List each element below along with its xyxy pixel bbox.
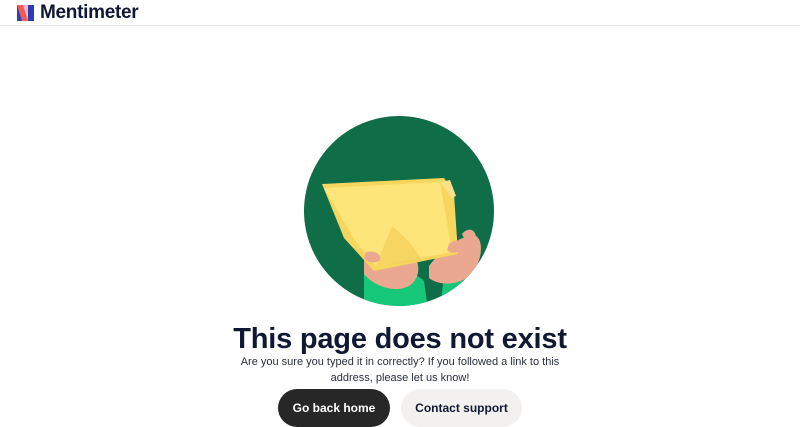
go-back-home-button[interactable]: Go back home (278, 389, 390, 427)
hands-holding-folder-illustration (304, 116, 494, 306)
contact-support-button[interactable]: Contact support (401, 389, 522, 427)
top-navigation-bar: Mentimeter (0, 0, 800, 26)
brand-name: Mentimeter (40, 2, 139, 23)
error-message: Are you sure you typed it in correctly? … (240, 356, 560, 384)
mentimeter-logo-icon (17, 5, 34, 21)
page-title: This page does not exist (233, 323, 567, 356)
logo-home-link[interactable]: Mentimeter (17, 2, 139, 23)
